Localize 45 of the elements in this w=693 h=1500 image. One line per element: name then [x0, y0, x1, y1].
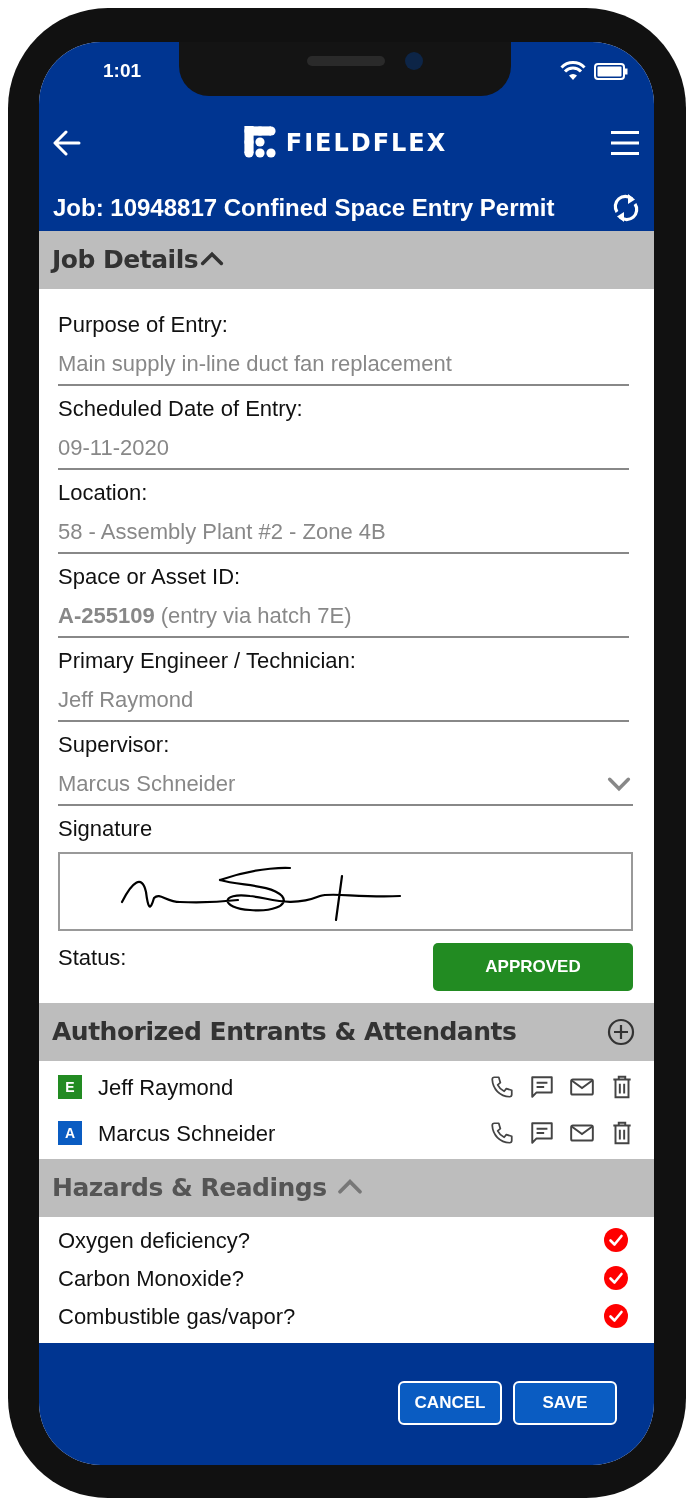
- field-label: Location:: [58, 479, 149, 507]
- phone-icon[interactable]: [489, 1074, 515, 1100]
- status-time: 1:01: [103, 58, 142, 83]
- refresh-icon[interactable]: [612, 193, 640, 223]
- field-label: Space or Asset ID:: [58, 563, 242, 591]
- message-icon[interactable]: [529, 1120, 555, 1146]
- person-name: Jeff Raymond: [98, 1073, 235, 1102]
- field-label: Purpose of Entry:: [58, 311, 229, 339]
- back-arrow-icon[interactable]: [53, 129, 81, 156]
- field-label: Supervisor:: [58, 731, 171, 759]
- field-label: Signature: [58, 815, 154, 843]
- page-title: Job: 10948817 Confined Space Entry Permit: [53, 193, 555, 223]
- input-field[interactable]: Jeff Raymond: [58, 676, 629, 722]
- input-field[interactable]: A-255109 (entry via hatch 7E): [58, 592, 629, 638]
- app-logo-text: FIELDFLEX: [285, 127, 448, 159]
- hazard-label: Combustible gas/vapor?: [58, 1302, 296, 1331]
- checked-icon[interactable]: [604, 1266, 628, 1290]
- status-label: Status:: [58, 944, 127, 972]
- wifi-icon: [560, 61, 586, 81]
- dropdown-field[interactable]: Marcus Schneider: [58, 760, 633, 806]
- checked-icon[interactable]: [604, 1304, 628, 1328]
- hazard-label: Carbon Monoxide?: [58, 1264, 244, 1293]
- field-label: Scheduled Date of Entry:: [58, 395, 304, 423]
- input-field[interactable]: 58 - Assembly Plant #2 - Zone 4B: [58, 508, 629, 554]
- input-field[interactable]: 09-11-2020: [58, 424, 629, 470]
- add-circle-icon[interactable]: [607, 1018, 635, 1046]
- role-badge: E: [58, 1075, 82, 1099]
- save-button[interactable]: SAVE: [513, 1381, 617, 1425]
- battery-icon: [594, 62, 628, 80]
- logo-icon: [243, 125, 278, 160]
- signature-field[interactable]: [58, 852, 633, 931]
- message-icon[interactable]: [529, 1074, 555, 1100]
- menu-icon[interactable]: [610, 129, 640, 156]
- status-button[interactable]: APPROVED: [433, 943, 633, 991]
- section-title: Hazards & Readings: [52, 1172, 327, 1205]
- hazard-label: Oxygen deficiency?: [58, 1226, 250, 1255]
- person-name: Marcus Schneider: [98, 1119, 277, 1148]
- section-title: Authorized Entrants & Attendants: [52, 1016, 517, 1049]
- checked-icon[interactable]: [604, 1228, 628, 1252]
- role-badge: A: [58, 1121, 82, 1145]
- phone-icon[interactable]: [489, 1120, 515, 1146]
- section-title: Job Details: [52, 244, 199, 277]
- input-field[interactable]: Main supply in-line duct fan replacement: [58, 340, 629, 386]
- cancel-button[interactable]: CANCEL: [398, 1381, 502, 1425]
- field-label: Primary Engineer / Technician:: [58, 647, 357, 675]
